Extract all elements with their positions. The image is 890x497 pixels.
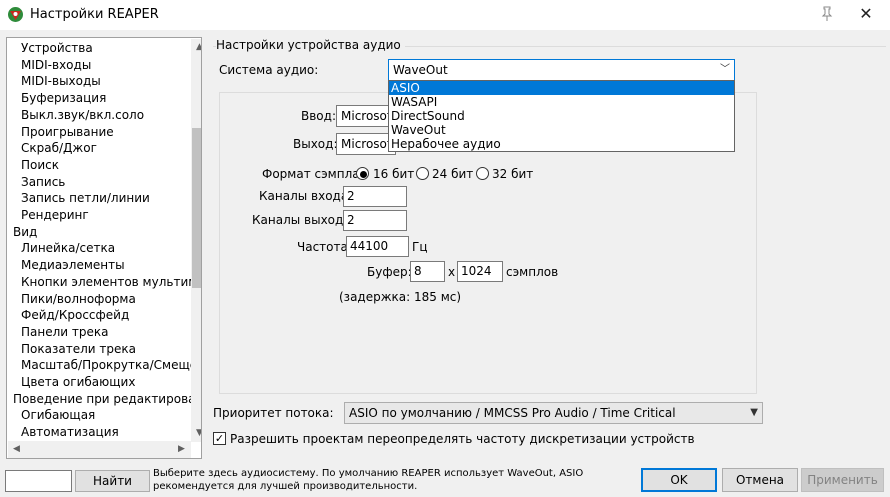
sample-rate-field[interactable]: 44100 [346,236,409,257]
tree-item[interactable]: Буферизация [21,90,106,106]
output-channels-label: Каналы выхода: [252,213,355,227]
tree-item[interactable]: Устройства [21,40,93,56]
search-input[interactable] [5,470,72,492]
tree-item[interactable]: Проигрывание [21,124,114,140]
pin-icon[interactable] [818,5,836,23]
tree-scroll-thumb[interactable] [192,128,201,288]
format-32-radio[interactable] [476,167,489,180]
format-16-radio[interactable] [356,167,369,180]
chevron-down-icon: ▼ [750,407,758,418]
tree-item[interactable]: Поведение при редактировании [13,391,191,407]
scroll-right-icon[interactable]: ▶ [174,442,189,457]
output-device-select[interactable]: Microsoft [336,133,396,155]
tree-item[interactable]: Запись петли/линии [21,190,150,206]
input-channels-label: Каналы входа: [259,189,353,203]
window-title: Настройки REAPER [30,7,159,22]
chevron-down-icon: ﹀ [720,64,730,75]
tree-item[interactable]: Пики/волноформа [21,291,136,307]
hint-text: Выберите здесь аудиосистему. По умолчани… [153,468,584,492]
ok-button[interactable]: OK [641,468,717,492]
tree-item[interactable]: Кнопки элементов мультимедиа [21,274,191,290]
override-rate-label: Разрешить проектам переопределять частот… [230,432,695,446]
thread-priority-select[interactable]: ASIO по умолчанию / MMCSS Pro Audio / Ti… [344,402,763,424]
reaper-logo-icon [8,7,23,22]
buffer-times-label: x [448,265,456,279]
tree-item[interactable]: MIDI-входы [21,57,91,73]
format-24-label: 24 бит [432,167,474,181]
format-32-label: 32 бит [492,167,534,181]
output-device-label: Выход: [293,137,338,151]
tree-item[interactable]: Линейка/сетка [21,240,115,256]
buffer-label: Буфер: [367,265,412,279]
scroll-up-icon[interactable]: ▲ [192,40,201,55]
buffer-size-field[interactable]: 1024 [457,261,503,282]
tree-item[interactable]: Огибающая [21,407,95,423]
tree-item[interactable]: Запись [21,174,65,190]
sample-rate-unit: Гц [412,240,428,254]
find-button[interactable]: Найти [75,470,150,492]
thread-priority-label: Приоритет потока: [213,406,334,420]
section-title: Настройки устройства аудио [216,38,405,52]
audio-system-value: WaveOut [393,63,448,77]
tree-item[interactable]: Вид [13,224,37,240]
cancel-button[interactable]: Отмена [722,468,798,492]
tree-item[interactable]: Рендеринг [21,207,89,223]
scroll-down-icon[interactable]: ▼ [192,426,201,441]
tree-item[interactable]: Масштаб/Прокрутка/Смещение [21,357,191,373]
tree-item[interactable]: MIDI-выходы [21,73,101,89]
tree-item[interactable]: Поиск [21,157,59,173]
buffer-unit: сэмплов [506,265,559,279]
tree-item[interactable]: Панели трека [21,324,108,340]
audio-system-select[interactable]: WaveOut ﹀ [388,59,735,81]
tree-item[interactable]: Скраб/Джог [21,140,97,156]
close-icon[interactable]: ✕ [851,3,881,25]
tree-item[interactable]: Медиаэлементы [21,257,125,273]
sample-rate-label: Частота [297,240,348,254]
category-tree[interactable]: Автоматизация Огибающая Поведение при реда… [6,37,202,459]
input-channels-field[interactable]: 2 [343,186,407,207]
format-24-radio[interactable] [416,167,429,180]
latency-text: (задержка: 185 мс) [339,290,462,304]
audio-system-option[interactable]: DirectSound [389,109,734,123]
audio-system-option[interactable]: Нерабочее аудио [389,137,734,151]
sample-format-label: Формат сэмпла: [262,167,364,181]
apply-button[interactable]: Применить [801,468,884,492]
tree-item[interactable]: Цвета огибающих [21,374,135,390]
output-channels-field[interactable]: 2 [343,210,407,231]
input-device-label: Ввод: [301,109,336,123]
audio-system-label: Система аудио: [219,63,319,77]
tree-horizontal-scrollbar[interactable] [8,441,191,458]
audio-system-dropdown: ASIO WASAPI DirectSound WaveOut Нерабочее ау… [388,80,735,152]
tree-item[interactable]: Фейд/Кроссфейд [21,307,129,323]
buffer-count-field[interactable]: 8 [410,261,445,282]
audio-system-option[interactable]: ASIO [389,81,734,95]
audio-system-option[interactable]: WASAPI [389,95,734,109]
thread-priority-value: ASIO по умолчанию / MMCSS Pro Audio / Ti… [349,406,676,420]
override-rate-checkbox[interactable]: ✓ [213,432,226,445]
format-16-label: 16 бит [373,167,415,181]
tree-item[interactable]: Показатели трека [21,341,136,357]
tree-item[interactable]: Автоматизация [21,424,119,440]
audio-system-option[interactable]: WaveOut [389,123,734,137]
scroll-left-icon[interactable]: ◀ [9,442,24,457]
input-device-select[interactable]: Microsoft [336,105,396,127]
tree-item[interactable]: Выкл.звук/вкл.соло [21,107,144,123]
